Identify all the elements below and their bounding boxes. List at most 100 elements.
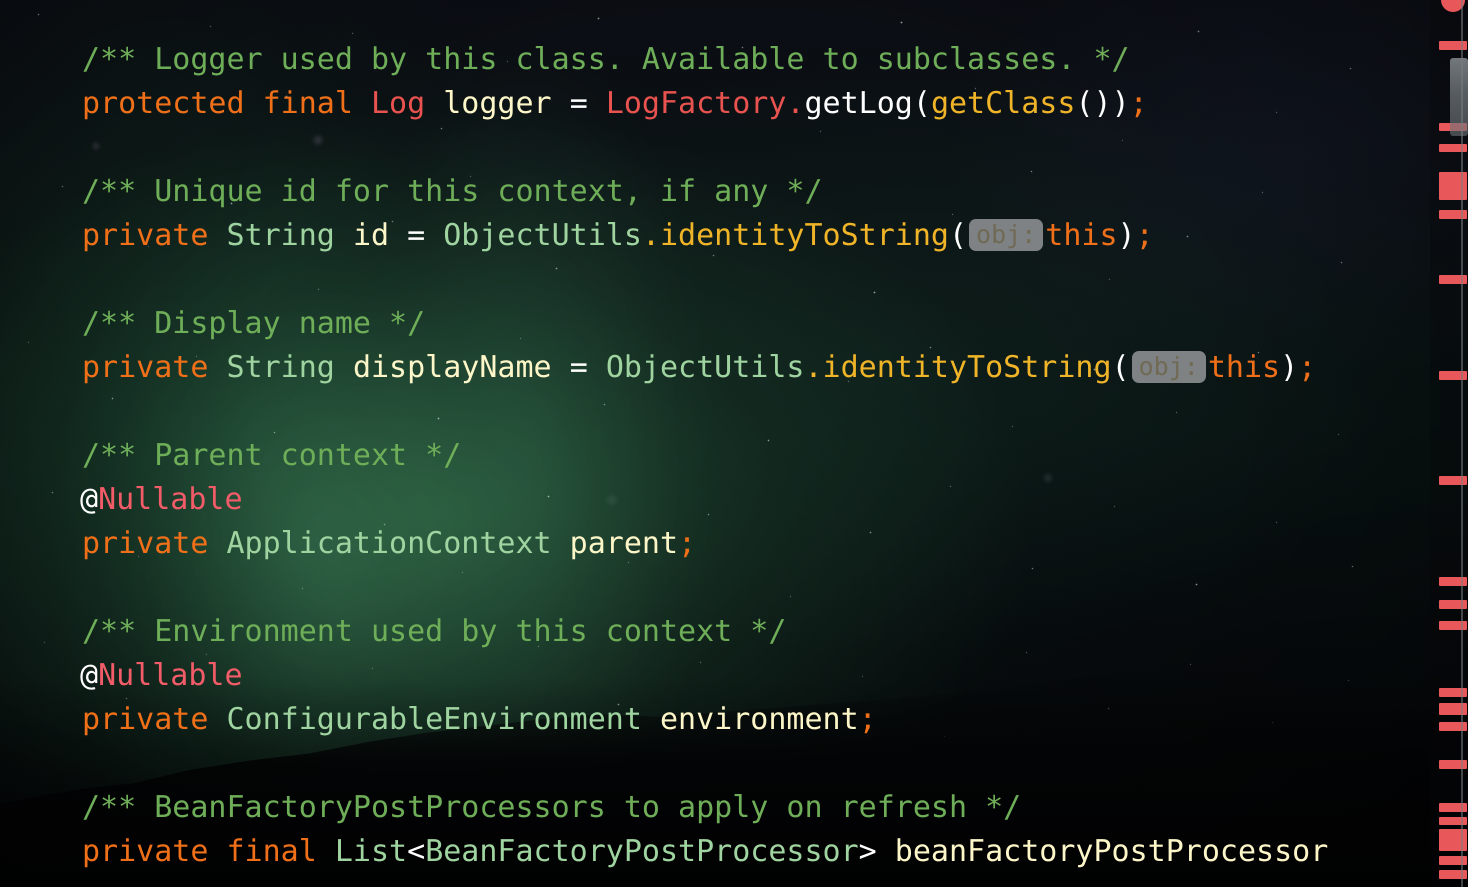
code-token: < — [407, 834, 426, 869]
code-line: /** BeanFactoryPostProcessors to apply o… — [82, 786, 1328, 830]
code-line: private String id = ObjectUtils.identity… — [82, 214, 1328, 258]
code-token: final — [262, 86, 353, 121]
code-token: private — [82, 350, 209, 385]
code-line: /** Logger used by this class. Available… — [82, 38, 1328, 82]
code-token: @ — [80, 658, 99, 693]
code-token: getLog — [804, 86, 913, 121]
code-token: ) — [1111, 86, 1130, 121]
code-line: /** Environment used by this context */ — [82, 610, 1328, 654]
code-token: ; — [858, 702, 877, 737]
code-token: .identityToString — [804, 350, 1112, 385]
code-token: String — [226, 218, 335, 253]
code-token: @ — [80, 482, 99, 517]
code-line: /** Unique id for this context, if any *… — [82, 170, 1328, 214]
code-line-list: /** Logger used by this class. Available… — [80, 38, 1328, 874]
code-token: ; — [1298, 350, 1317, 385]
code-token: private — [82, 834, 209, 869]
code-line: @Nullable — [80, 478, 1328, 522]
scrollbar-track-divider — [1461, 0, 1463, 887]
code-line: private ApplicationContext parent; — [82, 522, 1328, 566]
error-stripe-gutter[interactable] — [1430, 0, 1468, 887]
code-token: id — [352, 218, 390, 253]
code-token: /** Environment used by this context */ — [82, 614, 787, 649]
code-token: logger — [443, 86, 552, 121]
code-line: protected final Log logger = LogFactory.… — [82, 82, 1328, 126]
vertical-scrollbar-thumb[interactable] — [1450, 58, 1468, 136]
code-token: Nullable — [98, 482, 243, 517]
code-token: this — [1045, 218, 1118, 253]
code-token: displayName — [352, 350, 552, 385]
code-token: /** Unique id for this context, if any *… — [82, 174, 823, 209]
code-token: ; — [678, 526, 697, 561]
code-token: private — [82, 218, 209, 253]
code-token: ConfigurableEnvironment — [226, 702, 642, 737]
code-line: /** Parent context */ — [82, 434, 1328, 478]
code-token: = — [569, 86, 588, 121]
code-editor-window: /** Logger used by this class. Available… — [0, 0, 1468, 887]
code-token: BeanFactoryPostProcessor — [425, 834, 859, 869]
code-token: .identityToString — [641, 218, 949, 253]
code-token: ( — [1111, 350, 1130, 385]
code-token: this — [1207, 350, 1281, 385]
code-token: environment — [659, 702, 859, 737]
code-token: ) — [1280, 350, 1299, 385]
code-token: /** BeanFactoryPostProcessors to apply o… — [82, 790, 1022, 825]
code-token: /** Display name */ — [82, 306, 426, 341]
code-token: ApplicationContext — [226, 526, 552, 561]
code-token: private — [82, 702, 209, 737]
code-token: ObjectUtils — [605, 350, 805, 385]
code-token: = — [569, 350, 588, 385]
code-token: ( — [948, 218, 968, 253]
code-token: ; — [1129, 86, 1148, 121]
code-token: = — [407, 218, 426, 253]
code-line: private ConfigurableEnvironment environm… — [82, 698, 1328, 742]
code-line: @Nullable — [80, 654, 1328, 698]
code-token: > — [858, 834, 877, 869]
code-token: . — [786, 86, 805, 121]
code-token: ObjectUtils — [443, 218, 642, 253]
inlay-parameter-hint[interactable]: obj: — [1131, 351, 1206, 383]
code-text-area[interactable]: /** Logger used by this class. Available… — [0, 0, 1468, 887]
code-token: private — [82, 526, 209, 561]
code-token: final — [226, 834, 317, 869]
inlay-parameter-hint[interactable]: obj: — [969, 219, 1044, 251]
code-token: ) — [1117, 218, 1136, 253]
code-token: parent — [569, 526, 679, 561]
code-token: ( — [912, 86, 931, 121]
code-token: Log — [371, 86, 426, 121]
code-token: /** Parent context */ — [82, 438, 462, 473]
code-token: /** Logger used by this class. Available… — [82, 42, 1130, 77]
code-line: private String displayName = ObjectUtils… — [82, 346, 1328, 390]
code-token: Nullable — [98, 658, 243, 693]
code-token: LogFactory — [605, 86, 787, 121]
code-token: protected — [82, 86, 245, 121]
code-token: ; — [1135, 218, 1154, 253]
code-line: /** Display name */ — [82, 302, 1328, 346]
code-line: private final List<BeanFactoryPostProces… — [82, 830, 1328, 874]
